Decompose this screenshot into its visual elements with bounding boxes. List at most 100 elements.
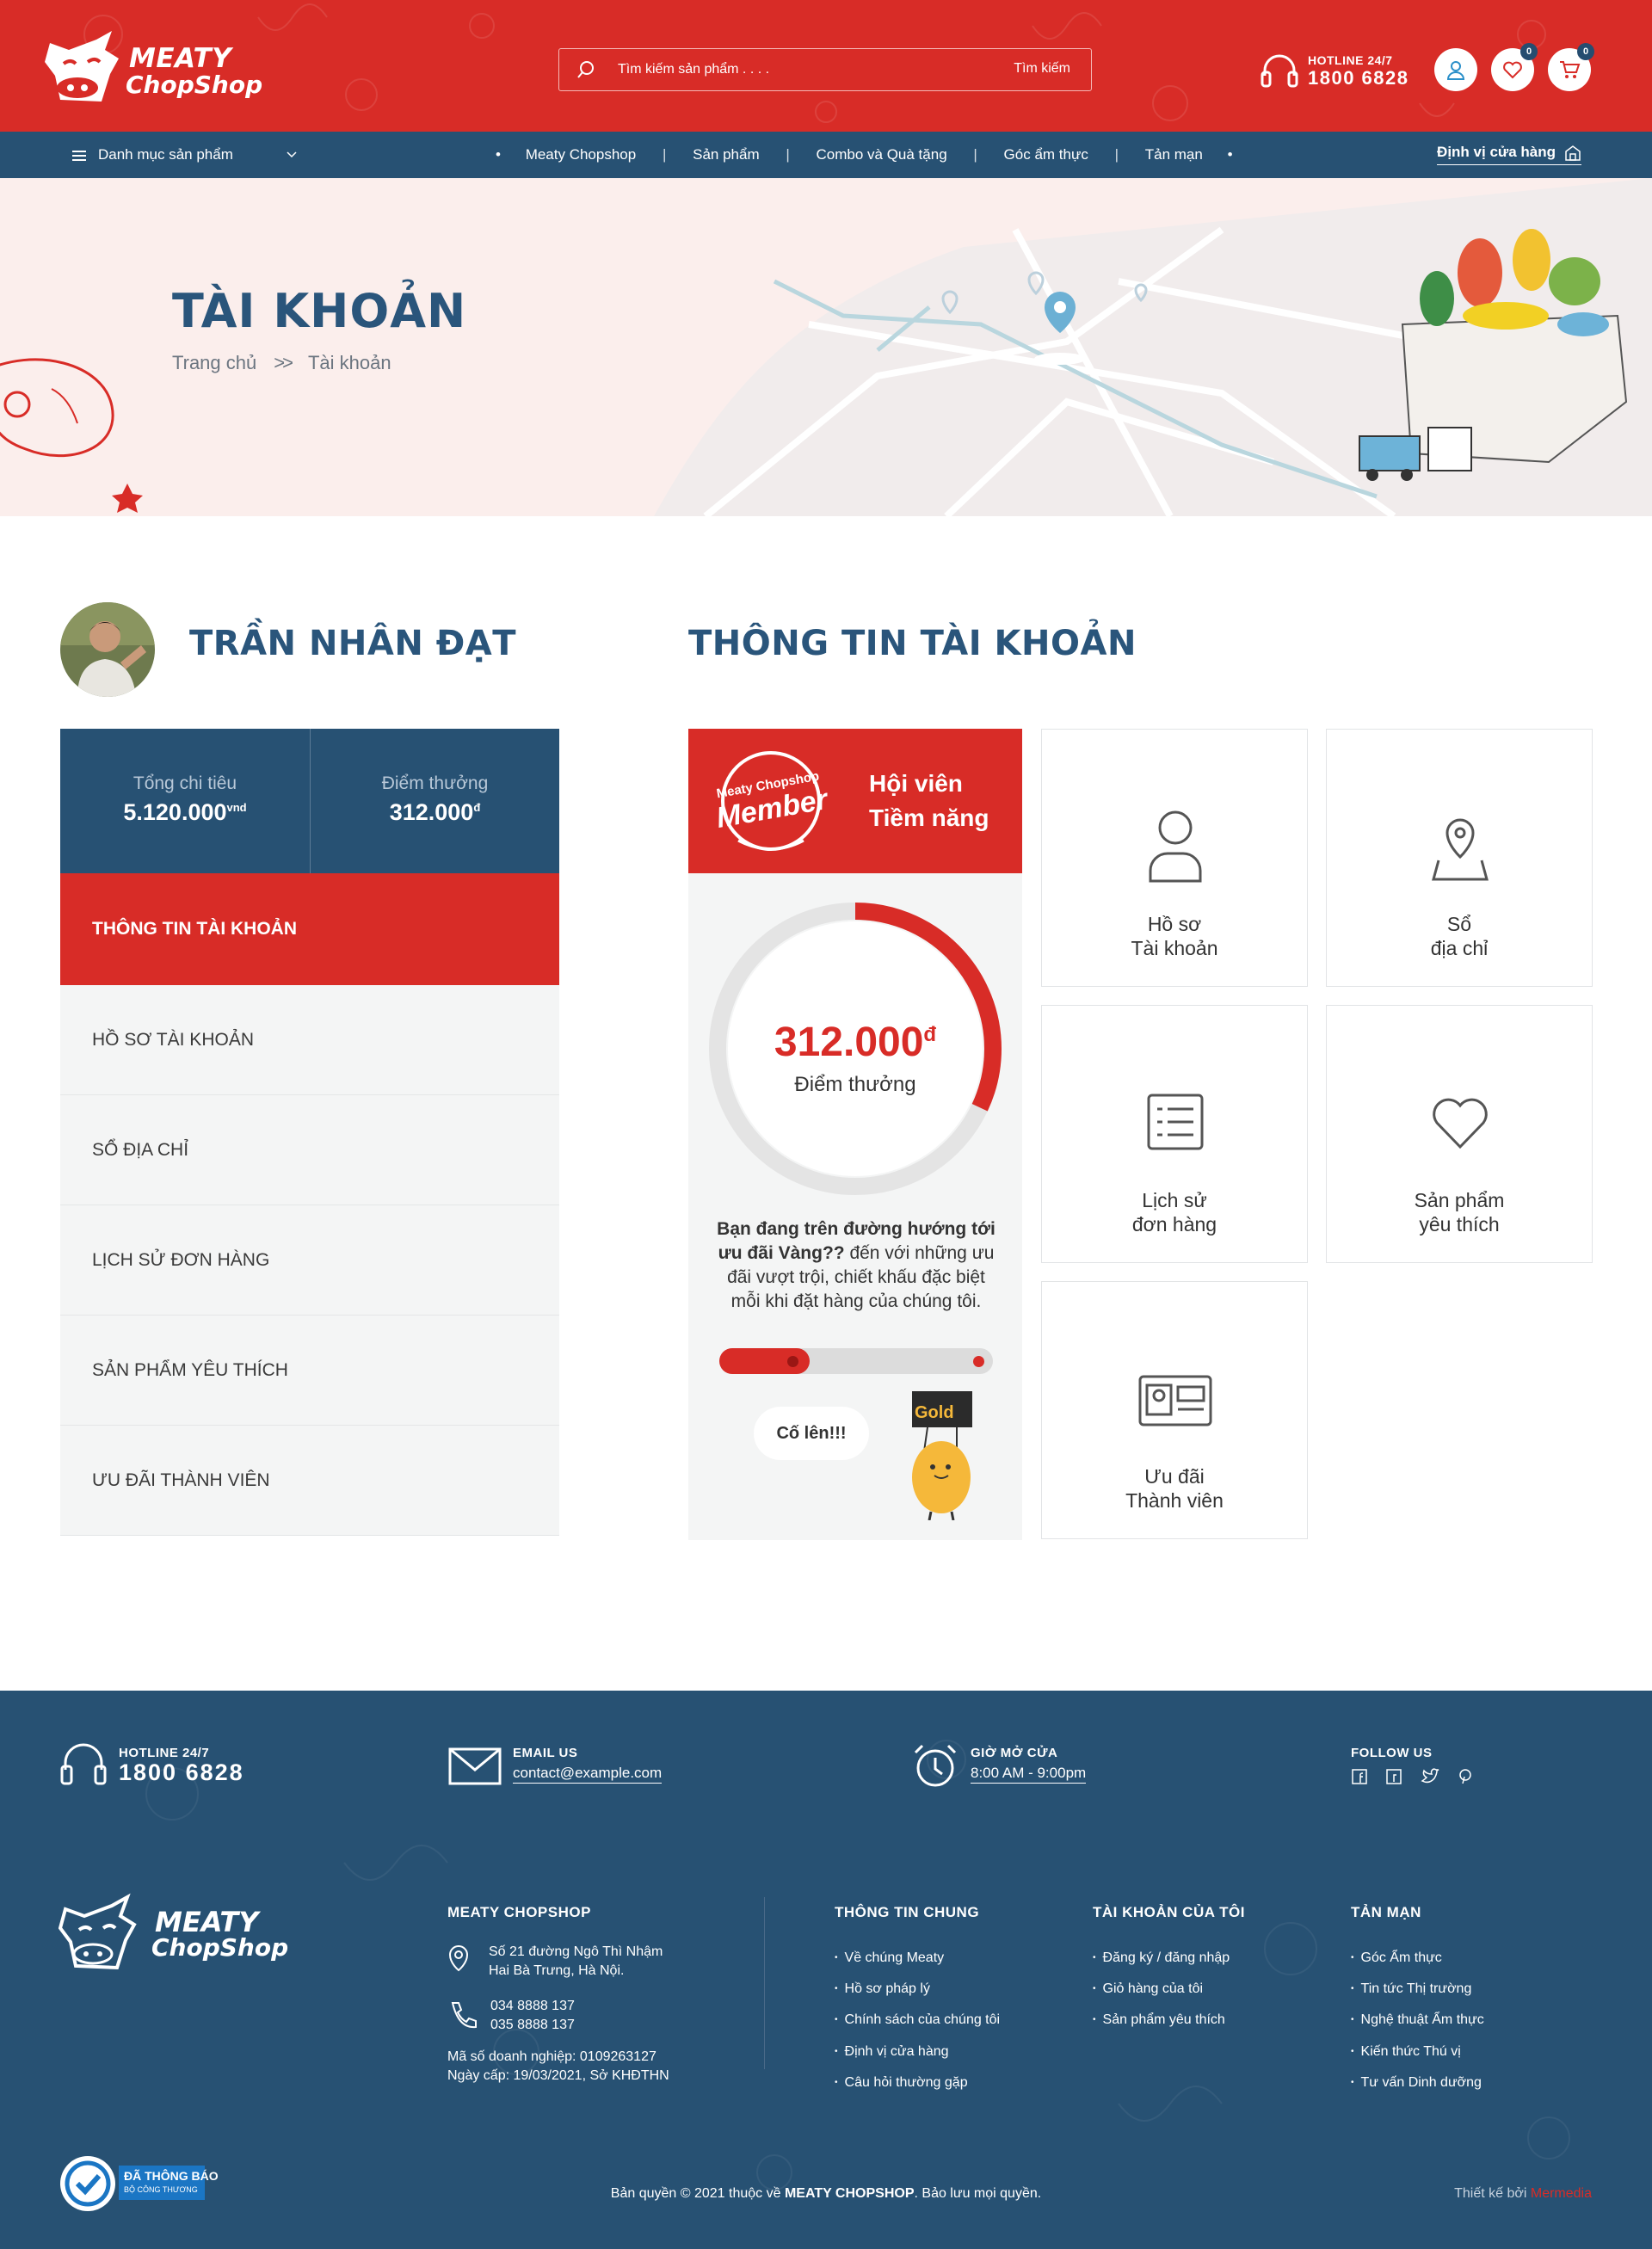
wishlist-count-badge: 0 [1520,43,1538,60]
breadcrumb-current: Tài khoản [307,352,391,373]
footer-col-company-title: MEATY CHOPSHOP [447,1904,591,1920]
total-spend-stat: Tổng chi tiêu 5.120.000vnd [60,729,310,873]
header-bar: MEATY ChopShop Tìm kiếm HOTLINE 24/7 180… [0,0,1652,132]
menu-item-order-history[interactable]: LỊCH SỬ ĐƠN HÀNG [60,1205,559,1316]
nav-link-meaty[interactable]: Meaty Chopshop [526,132,637,178]
footer-follow-label: FOLLOW US [1351,1746,1433,1760]
category-menu-label: Danh mục sản phẩm [98,146,233,163]
nav-separator: | [786,146,790,163]
footer-link[interactable]: Hồ sơ pháp lý [835,1974,1000,2005]
footer-reg-line2: Ngày cấp: 19/03/2021, Sở KHĐTHN [447,2068,669,2083]
hamburger-icon [72,150,86,161]
footer-reg-line1: Mã số doanh nghiệp: 0109263127 [447,2049,656,2064]
meat-illustration-icon [0,358,143,513]
twitter-icon[interactable] [1421,1768,1439,1785]
tile-favorites-label: Sản phẩm yêu thích [1414,1189,1505,1235]
footer-link[interactable]: Kiến thức Thú vị [1351,2036,1484,2067]
footer-link[interactable]: Chính sách của chúng tôi [835,2005,1001,2036]
phone-icon [451,2002,477,2029]
wishlist-button[interactable]: 0 [1491,43,1538,91]
avatar[interactable] [60,602,155,697]
footer-divider [764,1897,765,2069]
cart-button[interactable]: 0 [1548,43,1594,91]
cart-icon [1560,61,1581,78]
membership-card-header: Meaty Chopshop Member Hội viên Tiềm năng [688,729,1022,873]
footer-registration: Mã số doanh nghiệp: 0109263127 Ngày cấp:… [447,2048,669,2086]
store-locator-link[interactable]: Định vị cửa hàng [1437,144,1581,165]
footer-email-value[interactable]: contact@example.com [513,1765,663,1784]
nav-link-products[interactable]: Sản phẩm [693,132,760,178]
cow-logo-icon [59,1893,137,1970]
footer-link[interactable]: Về chúng Meaty [835,1943,1000,1974]
footer-link[interactable]: Câu hỏi thường gặp [835,2067,1000,2098]
member-points-value: 312.000đ [774,1020,937,1065]
nav-link-combo[interactable]: Combo và Quà tặng [817,132,947,178]
search-input[interactable] [618,58,988,82]
footer-link[interactable]: Tin tức Thị trường [1351,1974,1484,2005]
footer-link[interactable]: Góc Ẩm thực [1351,1943,1484,1974]
footer-logo[interactable]: MEATY ChopShop [59,1890,288,1973]
designer-link[interactable]: Mermedia [1531,2186,1592,2201]
hotline[interactable]: HOTLINE 24/7 1800 6828 [1260,50,1415,93]
gold-progress-knob [786,1356,798,1367]
footer-link[interactable]: Sản phẩm yêu thích [1093,2005,1230,2036]
menu-item-profile[interactable]: HỒ SƠ TÀI KHOẢN [60,985,559,1095]
nav-link-blog[interactable]: Tản mạn [1145,132,1203,178]
page-title: TÀI KHOẢN [172,284,467,338]
facebook-icon[interactable] [1351,1768,1368,1785]
nav-dot: • [496,146,501,163]
search-button[interactable]: Tìm kiếm [1014,61,1070,77]
footer-phone1[interactable]: 034 8888 137 [490,1997,575,2016]
tile-profile[interactable]: Hồ sơ Tài khoản [1041,729,1308,987]
footer-link[interactable]: Tư vấn Dinh dưỡng [1351,2067,1484,2098]
footer-col-blog-title: TẢN MẠN [1351,1904,1421,1920]
menu-item-address-book[interactable]: SỔ ĐỊA CHỈ [60,1095,559,1205]
user-profile-icon [1149,810,1202,883]
member-card-icon [1138,1375,1212,1426]
search-icon [577,61,594,78]
site-logo[interactable]: MEATY ChopShop [43,24,262,107]
nav-link-food-corner[interactable]: Góc ẩm thực [1004,132,1088,178]
footer-link[interactable]: Giỏ hàng của tôi [1093,1974,1230,2005]
chevron-down-icon[interactable] [286,149,298,161]
footer-phone2[interactable]: 035 8888 137 [490,2016,575,2035]
tile-member-benefits[interactable]: Ưu đãi Thành viên [1041,1281,1308,1539]
facebook-page-icon[interactable] [1385,1768,1402,1785]
headset-icon [1261,54,1298,88]
member-tier-line2: Tiềm năng [869,804,989,831]
footer-link[interactable]: Nghệ thuật Ẩm thực [1351,2005,1484,2036]
menu-item-member-benefits[interactable]: ƯU ĐÃI THÀNH VIÊN [60,1426,559,1536]
moit-badge[interactable]: ĐÃ THÔNG BÁO BỘ CÔNG THƯƠNG [59,2153,219,2214]
breadcrumb-home[interactable]: Trang chủ [172,352,256,373]
footer-hours-value: 8:00 AM - 9:00pm [971,1765,1087,1784]
category-menu[interactable]: Danh mục sản phẩm [72,132,233,178]
designer-credit: Thiết kế bởi Mermedia [1454,2186,1592,2201]
heart-outline-icon [1433,1098,1488,1149]
menu-item-favorites[interactable]: SẢN PHẨM YÊU THÍCH [60,1316,559,1426]
tile-address-book[interactable]: Sổ địa chỉ [1326,729,1593,987]
store-locator-label: Định vị cửa hàng [1437,144,1556,160]
cow-logo-icon [45,31,119,102]
footer-hours-label: GIỜ MỞ CỬA [971,1746,1058,1760]
footer-link[interactable]: Định vị cửa hàng [835,2036,1000,2067]
copyright: Bản quyền © 2021 thuộc về MEATY CHOPSHOP… [610,2186,1042,2201]
gold-progress-end [973,1356,984,1367]
tile-order-history[interactable]: Lịch sử đơn hàng [1041,1005,1308,1263]
nav-links: • Meaty Chopshop | Sản phẩm | Combo và Q… [475,132,1254,178]
account-menu: THÔNG TIN TÀI KHOẢN HỒ SƠ TÀI KHOẢN SỔ Đ… [60,873,559,1536]
user-icon [1446,61,1465,80]
footer-col-general-list: Về chúng Meaty Hồ sơ pháp lý Chính sách … [835,1943,1001,2098]
pinterest-icon[interactable] [1457,1768,1474,1785]
footer-email-label: EMAIL US [513,1746,578,1760]
footer-link[interactable]: Đăng ký / đăng nhập [1093,1943,1230,1974]
total-spend-label: Tổng chi tiêu [133,773,237,793]
nav-dot: • [1227,146,1233,163]
logo-text-meaty: MEATY [129,43,232,74]
breadcrumb-separator: >> [274,352,293,373]
menu-item-account-info[interactable]: THÔNG TIN TÀI KHOẢN [60,873,559,985]
member-message: Bạn đang trên đường hướng tới ưu đãi Vàn… [717,1219,996,1311]
envelope-icon [448,1747,502,1785]
account-button[interactable] [1434,48,1477,91]
footer-logo-chopshop: ChopShop [151,1933,289,1962]
tile-favorites[interactable]: Sản phẩm yêu thích [1326,1005,1593,1263]
